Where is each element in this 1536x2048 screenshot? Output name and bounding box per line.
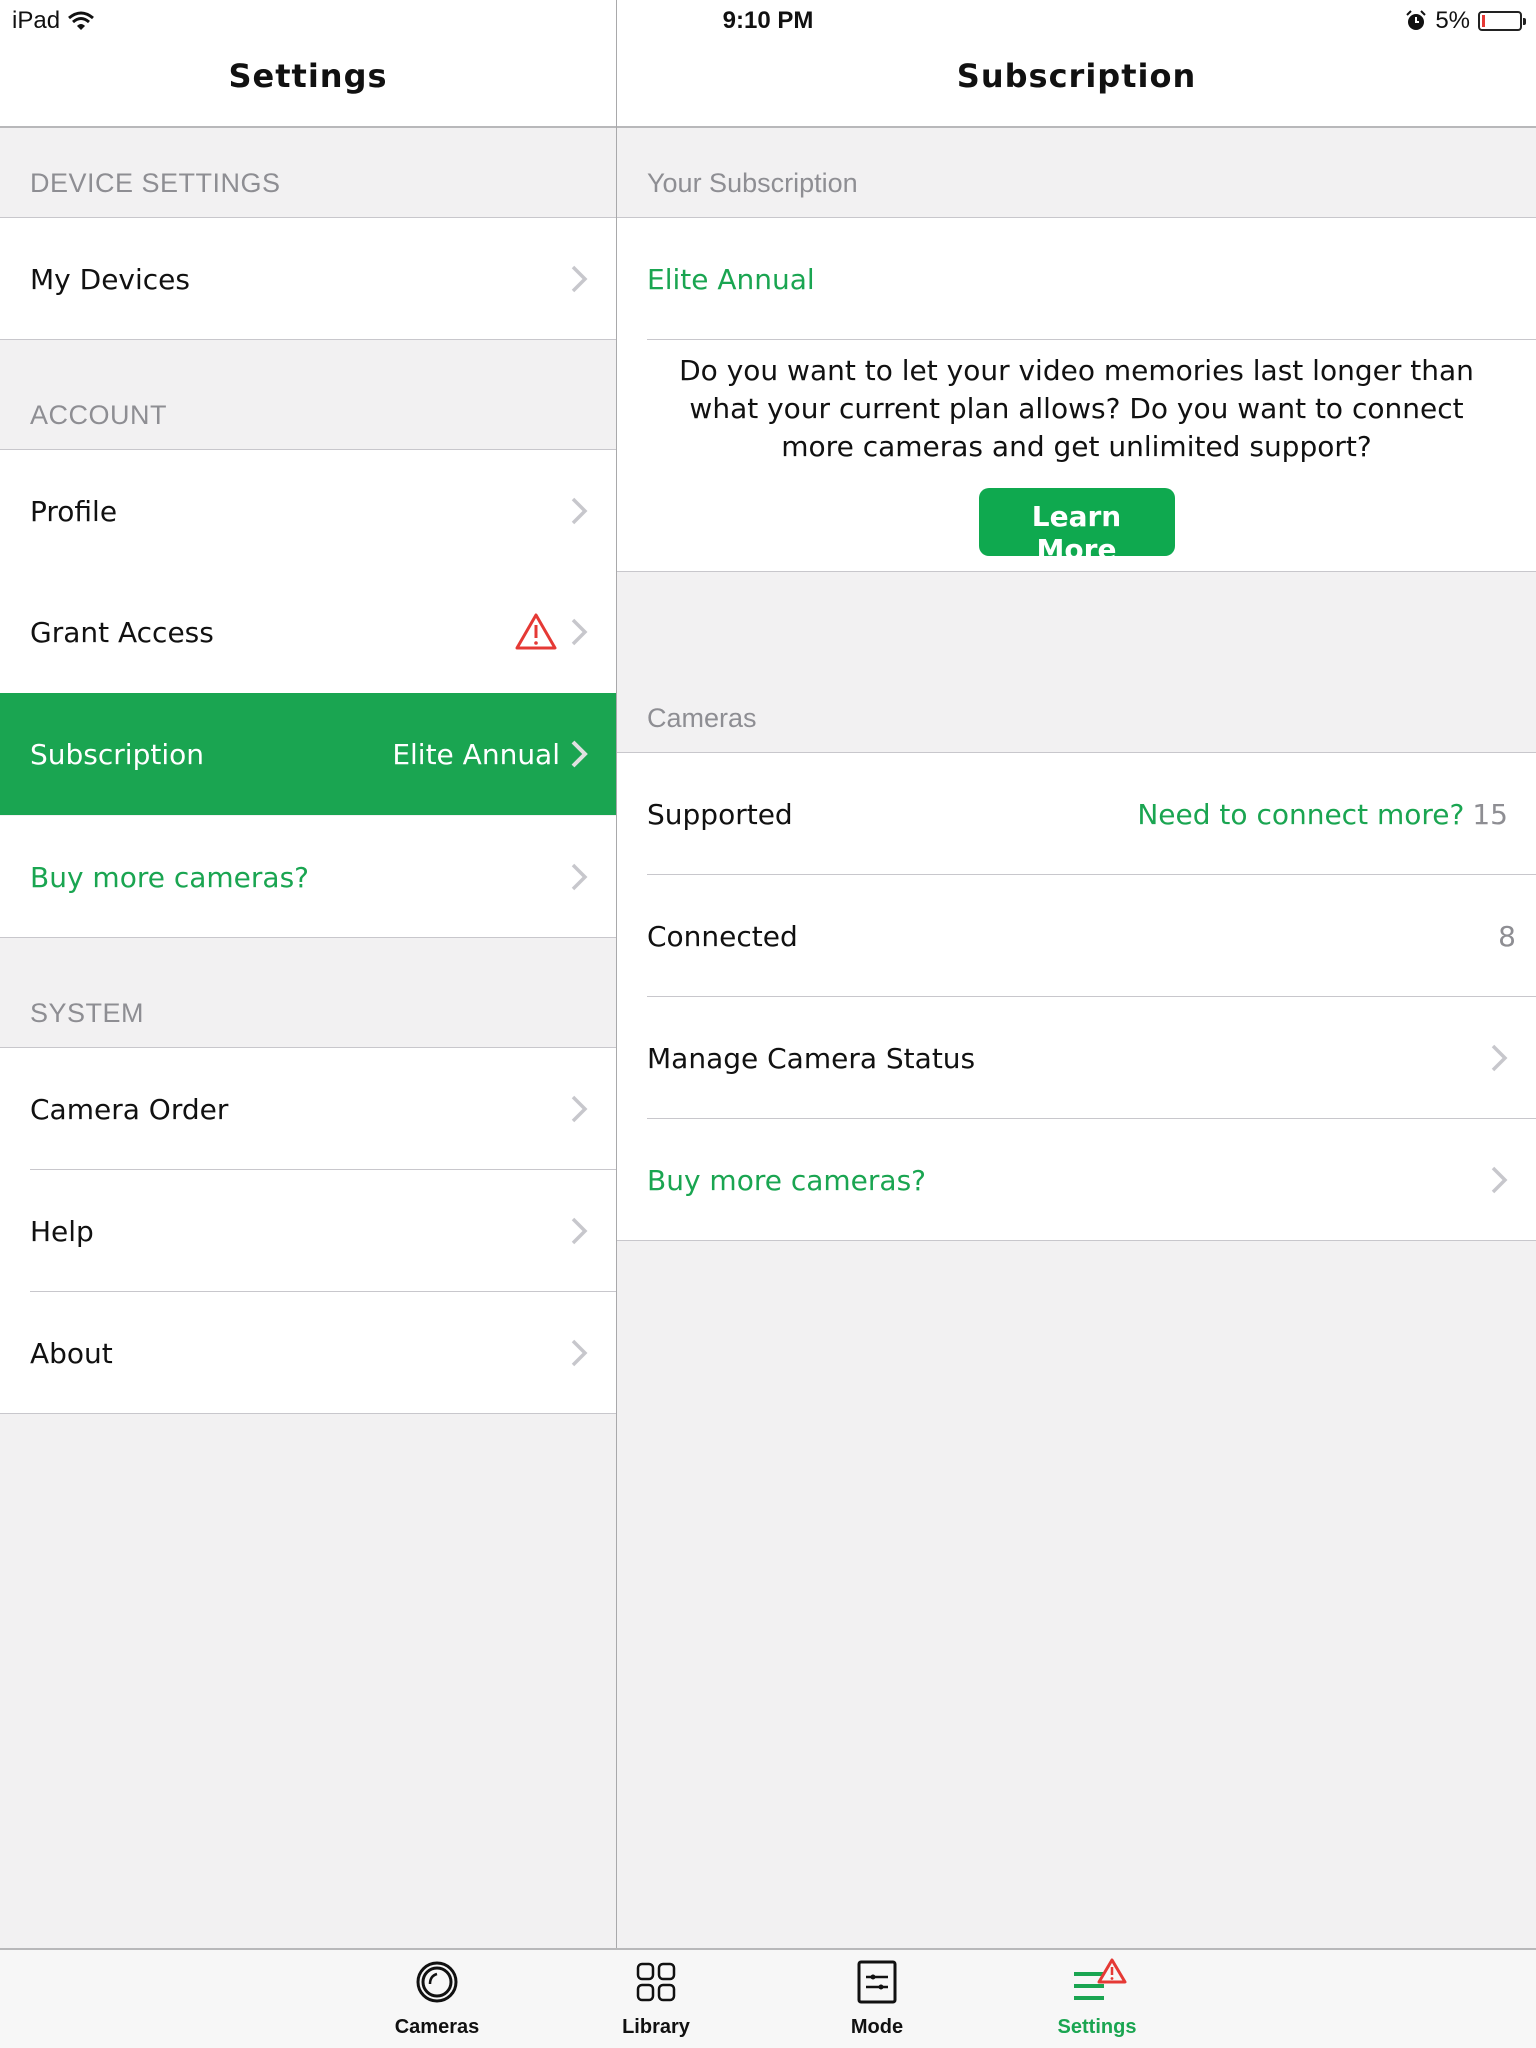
tab-label: Mode bbox=[850, 2016, 904, 2038]
current-plan-row: Elite Annual bbox=[617, 218, 1536, 340]
buy-more-cameras-label: Buy more cameras? bbox=[647, 1163, 927, 1197]
wifi-icon bbox=[68, 11, 95, 30]
subscription-plan-value: Elite Annual bbox=[392, 737, 560, 771]
left-nav-bar: Settings bbox=[0, 40, 616, 128]
chevron-right-icon bbox=[1491, 1166, 1508, 1194]
connected-label: Connected bbox=[647, 919, 798, 953]
settings-item-label: Profile bbox=[30, 494, 118, 528]
chevron-right-icon bbox=[571, 863, 588, 891]
section-header-label: Cameras bbox=[647, 703, 757, 733]
settings-item-help[interactable]: Help bbox=[0, 1170, 616, 1292]
settings-item-label: Help bbox=[30, 1214, 94, 1248]
need-to-connect-more-link[interactable]: Need to connect more? bbox=[1137, 798, 1464, 831]
settings-item-camera-order[interactable]: Camera Order bbox=[0, 1048, 616, 1170]
tab-mode[interactable]: Mode bbox=[807, 1958, 947, 2039]
page-title: Settings bbox=[228, 57, 388, 95]
warning-icon bbox=[515, 613, 557, 650]
device-name: iPad bbox=[12, 7, 61, 34]
grid-icon bbox=[636, 1962, 676, 2002]
section-header-label: ACCOUNT bbox=[30, 400, 167, 430]
chevron-right-icon bbox=[571, 1217, 588, 1245]
right-nav-bar: Subscription bbox=[617, 40, 1536, 128]
settings-item-about[interactable]: About bbox=[0, 1292, 616, 1414]
settings-item-label: About bbox=[30, 1336, 113, 1370]
learn-more-button[interactable]: Learn More bbox=[978, 488, 1175, 566]
supported-label: Supported bbox=[647, 797, 793, 831]
section-header-cameras: Cameras bbox=[617, 572, 1536, 753]
section-header-label: Your Subscription bbox=[647, 168, 858, 198]
alarm-icon bbox=[1406, 10, 1427, 30]
buy-more-cameras-row[interactable]: Buy more cameras? bbox=[617, 1119, 1536, 1241]
tab-label: Settings bbox=[1057, 2016, 1137, 2038]
battery-level bbox=[1482, 15, 1485, 27]
supported-cameras-row: Supported Need to connect more? 15 bbox=[617, 753, 1536, 875]
row-divider bbox=[617, 1240, 1536, 1241]
settings-item-my-devices[interactable]: My Devices bbox=[0, 218, 616, 340]
section-header-your-subscription: Your Subscription bbox=[617, 128, 1536, 218]
manage-camera-status-label: Manage Camera Status bbox=[647, 1041, 976, 1075]
status-time: 9:10 PM bbox=[722, 7, 814, 34]
chevron-right-icon bbox=[571, 497, 588, 525]
settings-item-label: Buy more cameras? bbox=[30, 860, 310, 894]
settings-item-grant-access[interactable]: Grant Access bbox=[0, 571, 616, 693]
section-header-label: DEVICE SETTINGS bbox=[30, 168, 281, 198]
settings-item-subscription[interactable]: Subscription Elite Annual bbox=[0, 693, 616, 815]
tab-bar: Cameras Library Mode Settings bbox=[0, 1948, 1536, 2048]
chevron-right-icon bbox=[571, 1095, 588, 1123]
split-view-divider bbox=[616, 0, 617, 1948]
promo-text: Do you want to let your video memories l… bbox=[679, 354, 1474, 463]
section-header-system: SYSTEM bbox=[0, 938, 616, 1048]
upgrade-promo: Do you want to let your video memories l… bbox=[617, 340, 1536, 572]
chevron-right-icon bbox=[571, 265, 588, 293]
battery-icon bbox=[1478, 11, 1526, 31]
settings-item-label: Camera Order bbox=[30, 1092, 229, 1126]
section-header-label: SYSTEM bbox=[30, 998, 145, 1028]
tab-label: Cameras bbox=[394, 2016, 480, 2038]
current-plan-label: Elite Annual bbox=[647, 262, 815, 296]
chevron-right-icon bbox=[571, 618, 588, 646]
menu-warning-icon bbox=[1074, 1958, 1127, 2000]
battery-percent: 5% bbox=[1435, 7, 1470, 34]
camera-lens-icon bbox=[416, 1961, 458, 2003]
tab-cameras[interactable]: Cameras bbox=[367, 1958, 507, 2039]
subscription-detail-pane: Subscription Your Subscription Elite Ann… bbox=[617, 0, 1536, 1948]
tab-settings[interactable]: Settings bbox=[1027, 1958, 1167, 2039]
detail-title: Subscription bbox=[956, 57, 1197, 95]
tab-library[interactable]: Library bbox=[586, 1958, 726, 2039]
settings-item-label: Subscription bbox=[30, 737, 204, 771]
tab-label: Library bbox=[622, 2016, 690, 2038]
supported-count: 15 bbox=[1472, 797, 1508, 831]
settings-master-pane: Settings DEVICE SETTINGS My Devices ACCO… bbox=[0, 0, 616, 1948]
chevron-right-icon bbox=[1491, 1044, 1508, 1072]
connected-cameras-row: Connected 8 bbox=[617, 875, 1536, 997]
settings-item-label: My Devices bbox=[30, 262, 190, 296]
status-bar: iPad 9:10 PM 5% bbox=[0, 0, 1536, 40]
chevron-right-icon bbox=[571, 740, 588, 768]
sliders-icon bbox=[857, 1960, 897, 2004]
row-divider bbox=[0, 1413, 616, 1414]
section-header-account: ACCOUNT bbox=[0, 340, 616, 450]
settings-item-label: Grant Access bbox=[30, 615, 214, 649]
connected-count: 8 bbox=[1498, 919, 1516, 953]
settings-item-buy-more-cameras[interactable]: Buy more cameras? bbox=[0, 816, 616, 938]
section-header-device-settings: DEVICE SETTINGS bbox=[0, 128, 616, 218]
settings-item-profile[interactable]: Profile bbox=[0, 450, 616, 572]
manage-camera-status-row[interactable]: Manage Camera Status bbox=[617, 997, 1536, 1119]
chevron-right-icon bbox=[571, 1339, 588, 1367]
